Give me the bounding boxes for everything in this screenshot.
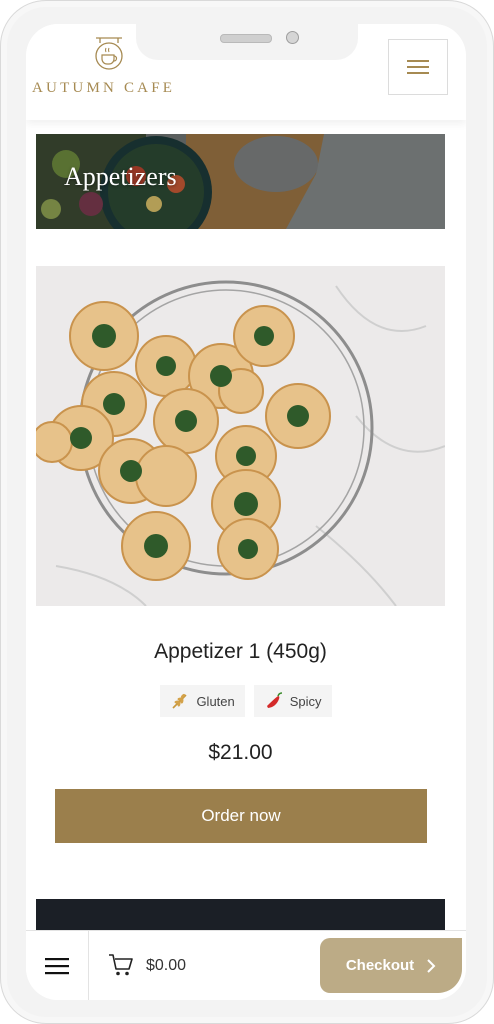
- tag-label: Spicy: [289, 693, 322, 709]
- app-screen: AUTUMN CAFE Appetizers Appetizer 1 (450g…: [26, 24, 466, 1000]
- chili-pepper-icon: [266, 692, 282, 708]
- bottom-bar: $0.00 Checkout: [26, 930, 466, 1000]
- menu-button[interactable]: [388, 39, 448, 95]
- logo-text[interactable]: AUTUMN CAFE: [32, 80, 175, 97]
- hamburger-menu-icon: [45, 958, 69, 975]
- category-title: Appetizers: [64, 162, 177, 191]
- order-now-button[interactable]: Order now: [55, 789, 427, 843]
- shopping-cart-icon[interactable]: [108, 953, 134, 977]
- checkout-button[interactable]: Checkout: [320, 938, 462, 993]
- product-name: Appetizer 1 (450g): [154, 640, 327, 663]
- pinwheel-appetizer-photo: [36, 266, 445, 606]
- tag-gluten: Gluten: [160, 685, 245, 717]
- phone-notch: [136, 24, 358, 60]
- hamburger-menu-icon: [407, 60, 429, 74]
- bottom-menu-button[interactable]: [26, 931, 89, 1000]
- tag-label: Gluten: [196, 693, 235, 709]
- camera-icon: [286, 31, 299, 44]
- tag-spicy: Spicy: [253, 685, 332, 717]
- wheat-icon: [172, 693, 188, 709]
- checkout-label: Checkout: [345, 957, 415, 974]
- product-price: $21.00: [208, 741, 273, 764]
- chevron-right-icon: [427, 958, 436, 973]
- product-image[interactable]: [36, 266, 445, 606]
- speaker-grille: [220, 34, 272, 43]
- cart-total: $0.00: [146, 957, 187, 974]
- product-tags: Gluten Spicy: [26, 685, 466, 717]
- coffee-cup-icon[interactable]: [92, 36, 126, 72]
- category-banner: Appetizers: [36, 134, 445, 229]
